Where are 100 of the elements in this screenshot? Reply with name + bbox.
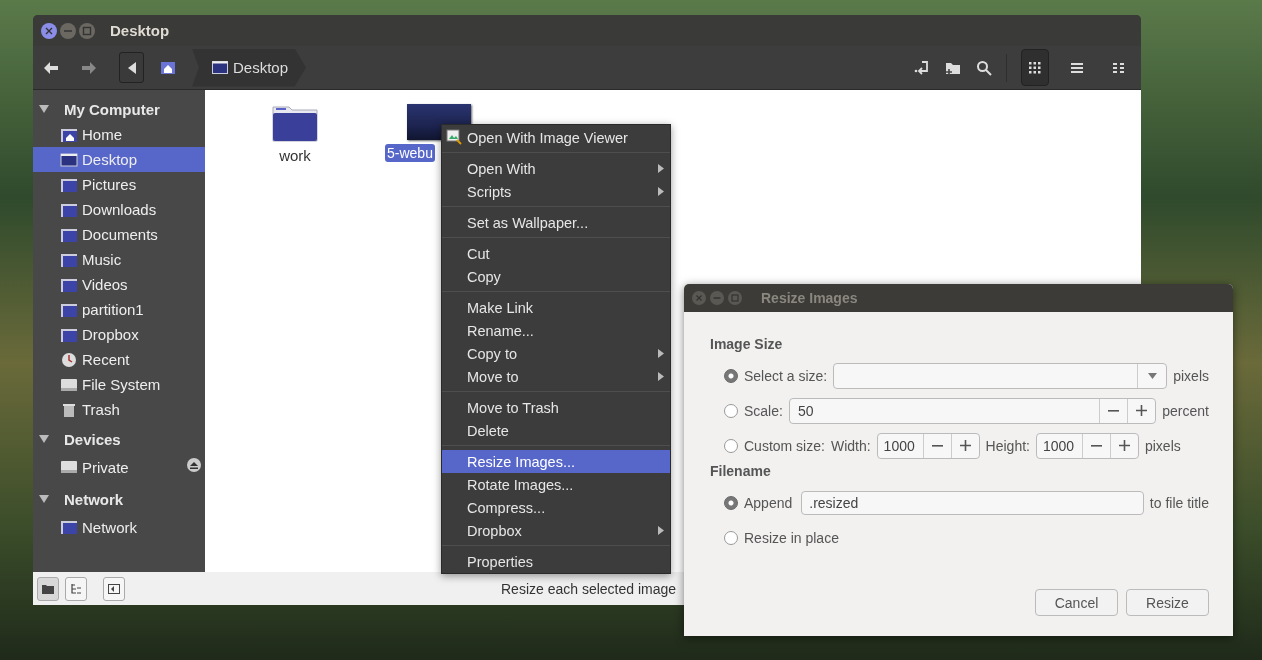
sidebar-item[interactable]: File System <box>33 372 205 397</box>
section-heading: Network <box>64 490 124 508</box>
sidebar-item[interactable]: Videos <box>33 272 205 297</box>
path-toggle-button[interactable] <box>119 52 144 83</box>
menu-item[interactable]: Move to <box>442 365 670 388</box>
scale-spinbox[interactable]: 50 <box>788 397 1157 424</box>
option-label: Custom size: <box>744 437 825 454</box>
menu-item[interactable]: Delete <box>442 419 670 442</box>
list-icon <box>1071 61 1083 74</box>
expander-icon[interactable] <box>39 435 49 443</box>
folder-icon <box>60 251 78 268</box>
sidebar-item[interactable]: Private <box>33 452 205 482</box>
resize-button[interactable]: Resize <box>1126 589 1209 616</box>
height-field[interactable]: 1000 <box>1036 433 1082 458</box>
radio-button[interactable] <box>724 403 738 418</box>
clock-icon <box>60 351 78 368</box>
menu-item[interactable]: Open With Image Viewer <box>442 126 670 149</box>
menu-item[interactable]: Move to Trash <box>442 396 670 419</box>
sidebar-toggle-button[interactable] <box>103 576 125 601</box>
search-icon[interactable] <box>976 59 992 76</box>
sidebar-item[interactable]: Pictures <box>33 172 205 197</box>
menu-item[interactable]: Compress... <box>442 496 670 519</box>
file-name[interactable]: work <box>275 146 315 165</box>
sidebar-item[interactable]: Trash <box>33 397 205 422</box>
option-label: Resize in place <box>744 529 839 546</box>
radio-button[interactable] <box>724 495 738 510</box>
folder-icon <box>60 326 78 343</box>
height-spinbox[interactable]: 1000 <box>1035 432 1139 459</box>
breadcrumb-button[interactable]: Desktop <box>192 48 307 87</box>
menu-item[interactable]: Resize Images... <box>442 450 670 473</box>
menu-item[interactable]: Properties <box>442 550 670 573</box>
radio-button[interactable] <box>724 438 738 453</box>
folder-icon <box>60 301 78 318</box>
sidebar-item[interactable]: Dropbox <box>33 322 205 347</box>
width-field[interactable]: 1000 <box>877 433 923 458</box>
sidebar-item[interactable]: partition1 <box>33 297 205 322</box>
scale-field[interactable]: 50 <box>789 398 1100 423</box>
cancel-button[interactable]: Cancel <box>1035 589 1118 616</box>
menu-item[interactable]: Copy to <box>442 342 670 365</box>
grid-icon <box>1029 61 1041 74</box>
open-terminal-icon[interactable] <box>914 60 930 75</box>
columns-icon <box>1113 61 1125 74</box>
file-name[interactable]: 5-webu <box>385 144 435 162</box>
folder-icon <box>60 276 78 293</box>
dialog-title: Resize Images <box>761 290 858 306</box>
tree-button[interactable] <box>65 576 87 601</box>
folder-icon <box>60 201 78 218</box>
eject-icon[interactable] <box>187 458 201 472</box>
sidebar-icon <box>108 583 120 594</box>
triangle-left-icon <box>126 60 137 75</box>
window-title: Desktop <box>110 22 170 39</box>
menu-item[interactable]: Copy <box>442 265 670 288</box>
minus-icon <box>931 444 943 447</box>
folder-icon[interactable] <box>272 104 318 142</box>
expander-icon[interactable] <box>39 495 49 503</box>
sidebar-item[interactable]: Network <box>33 512 205 542</box>
folder-icon <box>60 519 78 535</box>
sidebar-item[interactable]: Documents <box>33 222 205 247</box>
sidebar-item[interactable]: Desktop <box>33 147 205 172</box>
plus-icon <box>1118 440 1130 451</box>
drive-icon <box>60 459 78 475</box>
radio-button[interactable] <box>724 530 738 545</box>
places-button[interactable] <box>37 576 59 601</box>
sidebar-item[interactable]: Recent <box>33 347 205 372</box>
option-label: Select a size: <box>744 367 828 384</box>
forward-arrow-icon[interactable] <box>81 60 97 75</box>
sidebar-item[interactable]: Music <box>33 247 205 272</box>
folder-icon <box>60 176 78 193</box>
back-arrow-icon[interactable] <box>43 60 59 75</box>
unit-label: percent <box>1162 402 1209 419</box>
suffix-field[interactable]: .resized <box>801 490 1144 515</box>
folder-icon <box>42 583 54 594</box>
menu-item[interactable]: Rename... <box>442 319 670 342</box>
unit-label: pixels <box>1173 367 1209 384</box>
window-controls-icon[interactable] <box>40 21 96 40</box>
menu-item[interactable]: Open With <box>442 157 670 180</box>
menu-item[interactable]: Rotate Images... <box>442 473 670 496</box>
plus-icon <box>959 440 971 451</box>
radio-button[interactable] <box>724 368 738 383</box>
menu-item[interactable]: Cut <box>442 242 670 265</box>
minus-icon <box>1090 444 1102 447</box>
grid-view-button[interactable] <box>1021 49 1049 86</box>
field-label: Width: <box>830 437 871 454</box>
home-folder-icon <box>60 126 78 143</box>
desktop-icon <box>60 151 78 168</box>
unit-label: pixels <box>1144 437 1181 454</box>
sidebar-item[interactable]: Home <box>33 122 205 147</box>
folder-icon <box>60 226 78 243</box>
width-spinbox[interactable]: 1000 <box>876 432 980 459</box>
menu-item[interactable]: Set as Wallpaper... <box>442 211 670 234</box>
home-folder-icon[interactable] <box>160 60 176 75</box>
new-folder-icon[interactable] <box>944 60 962 75</box>
section-heading: My Computer <box>64 100 160 118</box>
sidebar-item[interactable]: Downloads <box>33 197 205 222</box>
option-label: Scale: <box>744 402 783 419</box>
expander-icon[interactable] <box>39 105 49 113</box>
menu-item[interactable]: Make Link <box>442 296 670 319</box>
menu-item[interactable]: Scripts <box>442 180 670 203</box>
menu-item[interactable]: Dropbox <box>442 519 670 542</box>
suffix-label: to file title <box>1149 494 1209 511</box>
